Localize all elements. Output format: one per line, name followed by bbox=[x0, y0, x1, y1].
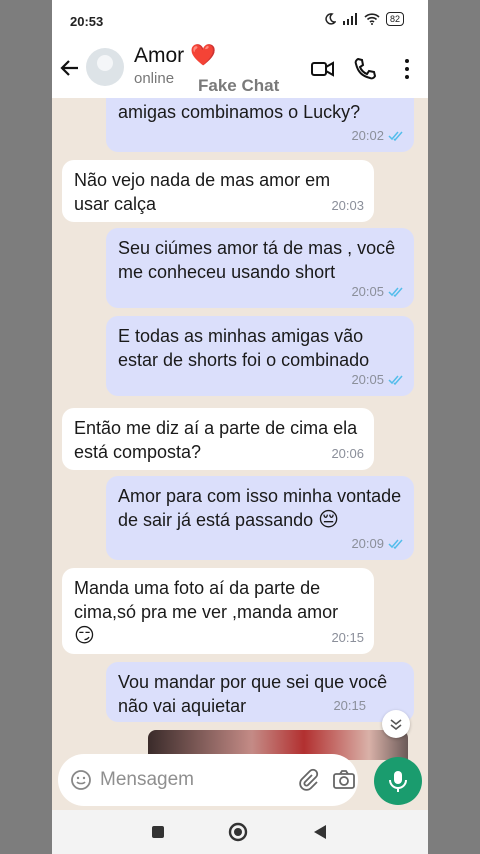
message-text: Então me diz aí a parte de cima ela está… bbox=[74, 418, 358, 462]
message-meta: 20:05 bbox=[351, 368, 404, 392]
message-text: Amor para com isso minha vontade de sair… bbox=[118, 486, 402, 530]
mic-button[interactable] bbox=[374, 757, 422, 805]
status-bar: 20:53 82 bbox=[52, 0, 428, 42]
system-nav-bar bbox=[52, 810, 428, 854]
left-side-bar bbox=[0, 0, 52, 854]
message-bubble[interactable]: Seu ciúmes amor tá de mas , você me conh… bbox=[106, 228, 414, 308]
message-time: 20:15 bbox=[333, 698, 366, 713]
watermark: Fake Chat bbox=[198, 76, 280, 95]
message-time: 20:02 bbox=[351, 128, 384, 143]
message-time: 20:05 bbox=[351, 284, 384, 299]
message-meta: 20:02 bbox=[351, 124, 404, 148]
arrow-left-icon[interactable] bbox=[58, 56, 82, 80]
status-time: 20:53 bbox=[70, 14, 104, 29]
more-vertical-icon[interactable] bbox=[394, 56, 420, 82]
message-time: 20:03 bbox=[331, 198, 364, 213]
chevron-down-icon bbox=[390, 719, 402, 731]
message-placeholder: Mensagem bbox=[100, 769, 194, 790]
contact-name[interactable]: Amor ❤️ bbox=[134, 44, 216, 68]
message-text: Não vejo nada de mas amor em usar calça bbox=[74, 170, 331, 214]
message-time: 20:06 bbox=[331, 446, 364, 461]
status-icons: 82 bbox=[324, 12, 404, 26]
message-bubble[interactable]: Vou mandar por que sei que você não vai … bbox=[106, 662, 414, 722]
read-ticks-icon bbox=[388, 131, 403, 141]
message-meta: 20:15 bbox=[333, 694, 366, 718]
message-time: 20:15 bbox=[331, 630, 364, 645]
signal-icon bbox=[342, 13, 357, 25]
emoji-icon[interactable] bbox=[70, 769, 92, 791]
pensive-emoji: 😔 bbox=[318, 509, 340, 531]
message-text: E todas as minhas amigas vão estar de sh… bbox=[118, 326, 370, 370]
read-ticks-icon bbox=[388, 375, 403, 385]
message-time: 20:05 bbox=[351, 372, 384, 387]
message-bubble[interactable]: amigas combinamos o Lucky? 20:02 bbox=[106, 98, 414, 152]
attach-icon[interactable] bbox=[296, 768, 320, 792]
message-bubble[interactable]: Amor para com isso minha vontade de sair… bbox=[106, 476, 414, 560]
message-text: amigas combinamos o Lucky? bbox=[118, 102, 361, 122]
home-icon[interactable] bbox=[228, 822, 248, 842]
contact-status: online bbox=[134, 70, 175, 87]
video-call-icon[interactable] bbox=[310, 56, 336, 82]
message-text: Manda uma foto aí da parte de cima,só pr… bbox=[74, 578, 339, 622]
message-meta: 20:09 bbox=[351, 532, 404, 556]
message-meta: 20:05 bbox=[351, 280, 404, 304]
battery-level: 82 bbox=[385, 12, 404, 26]
wifi-icon bbox=[364, 13, 380, 25]
message-meta: 20:15 bbox=[331, 626, 364, 650]
camera-icon[interactable] bbox=[332, 768, 356, 792]
heart-emoji: ❤️ bbox=[190, 44, 217, 67]
phone-screen: 20:53 82 Amor ❤️ online Fake Chat amigas… bbox=[52, 0, 428, 854]
back-nav-icon[interactable] bbox=[312, 823, 328, 841]
phone-call-icon[interactable] bbox=[352, 56, 378, 82]
right-side-bar bbox=[428, 0, 480, 854]
message-bubble[interactable]: E todas as minhas amigas vão estar de sh… bbox=[106, 316, 414, 396]
message-time: 20:09 bbox=[351, 536, 384, 551]
smirk-emoji: 😏 bbox=[74, 625, 95, 647]
contact-name-text: Amor bbox=[134, 44, 185, 67]
avatar[interactable] bbox=[86, 48, 124, 86]
mic-icon bbox=[389, 771, 407, 792]
message-meta: 20:06 bbox=[331, 442, 364, 466]
read-ticks-icon bbox=[388, 287, 403, 297]
message-text: Seu ciúmes amor tá de mas , você me conh… bbox=[118, 238, 396, 282]
moon-icon bbox=[325, 13, 336, 25]
chat-area: amigas combinamos o Lucky? 20:02 Não vej… bbox=[52, 98, 428, 748]
message-bubble[interactable]: Manda uma foto aí da parte de cima,só pr… bbox=[62, 568, 374, 654]
message-bubble[interactable]: Não vejo nada de mas amor em usar calça … bbox=[62, 160, 374, 222]
message-bubble[interactable]: Então me diz aí a parte de cima ela está… bbox=[62, 408, 374, 470]
scroll-down-button[interactable] bbox=[382, 710, 410, 738]
message-input[interactable]: Mensagem bbox=[58, 754, 358, 806]
recent-apps-icon[interactable] bbox=[150, 824, 166, 840]
message-meta: 20:03 bbox=[331, 194, 364, 218]
read-ticks-icon bbox=[388, 539, 403, 549]
